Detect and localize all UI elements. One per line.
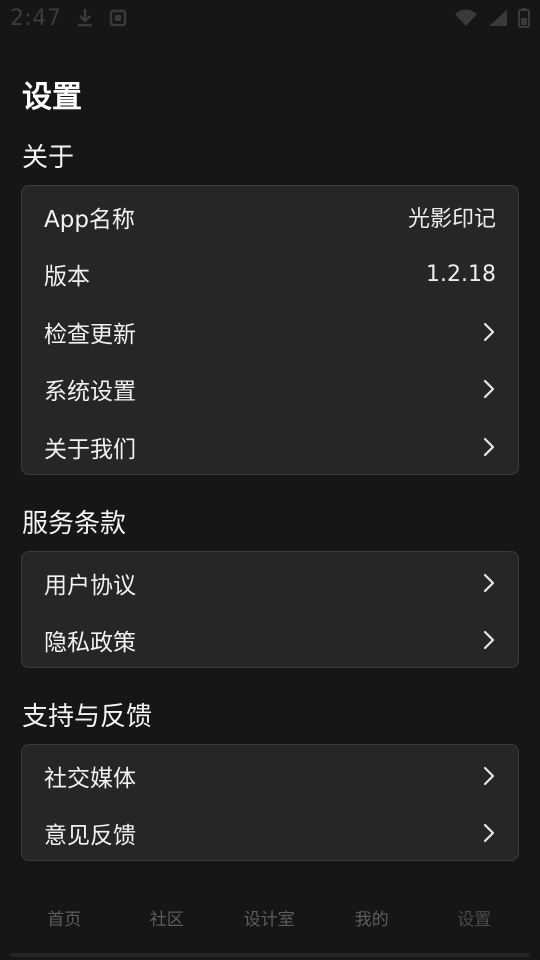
row-version: 版本 1.2.18 (22, 246, 518, 304)
chevron-right-icon (483, 573, 495, 592)
nav-item-community[interactable]: 社区 (116, 905, 219, 930)
row-label: 关于我们 (44, 436, 136, 463)
section-title-support: 支持与反馈 (22, 702, 153, 732)
section-title-about: 关于 (22, 143, 75, 173)
row-social-media[interactable]: 社交媒体 (22, 747, 518, 805)
status-time: 2:47 (10, 5, 62, 31)
row-feedback[interactable]: 意见反馈 (22, 805, 518, 863)
page-title: 设置 (22, 80, 82, 115)
support-card: 社交媒体 意见反馈 (21, 744, 519, 861)
section-title-terms: 服务条款 (22, 509, 127, 539)
row-privacy-policy[interactable]: 隐私政策 (22, 612, 518, 670)
nav-item-mine[interactable]: 我的 (321, 905, 424, 930)
row-app-name: App名称 光影印记 (22, 188, 518, 246)
row-system-settings[interactable]: 系统设置 (22, 361, 518, 419)
chevron-right-icon (483, 380, 495, 399)
row-label: 社交媒体 (44, 765, 136, 792)
version-value: 1.2.18 (426, 261, 496, 287)
home-indicator (10, 953, 530, 957)
notification-app-icon (110, 9, 127, 27)
chevron-right-icon (483, 437, 495, 456)
row-label: 系统设置 (44, 379, 136, 406)
download-icon (78, 9, 93, 27)
about-card: App名称 光影印记 版本 1.2.18 检查更新 系统设置 关于我们 (21, 185, 519, 475)
terms-card: 用户协议 隐私政策 (21, 551, 519, 668)
row-label: 版本 (44, 264, 90, 291)
row-label: 意见反馈 (44, 823, 136, 850)
row-label: 隐私政策 (44, 630, 136, 657)
row-label: 检查更新 (44, 321, 136, 348)
row-about-us[interactable]: 关于我们 (22, 418, 518, 476)
settings-screen: 2:47 设置 关于 App名称 光影印记 版本 1.2.18 检查更新 系统设… (0, 0, 540, 960)
app-name-value: 光影印记 (407, 206, 496, 232)
row-user-agreement[interactable]: 用户协议 (22, 554, 518, 612)
nav-item-home[interactable]: 首页 (13, 905, 116, 930)
row-label: 用户协议 (44, 572, 136, 599)
nav-item-settings[interactable]: 设置 (423, 905, 526, 930)
wifi-icon (455, 9, 477, 26)
signal-icon (489, 10, 507, 26)
row-check-update[interactable]: 检查更新 (22, 303, 518, 361)
row-label: App名称 (44, 206, 135, 233)
chevron-right-icon (483, 631, 495, 650)
chevron-right-icon (483, 824, 495, 843)
chevron-right-icon (483, 766, 495, 785)
bottom-nav: 首页 社区 设计室 我的 设置 (0, 890, 540, 944)
chevron-right-icon (483, 322, 495, 341)
nav-item-design-studio[interactable]: 设计室 (218, 905, 321, 930)
status-bar: 2:47 (0, 0, 540, 36)
battery-icon (518, 8, 530, 28)
